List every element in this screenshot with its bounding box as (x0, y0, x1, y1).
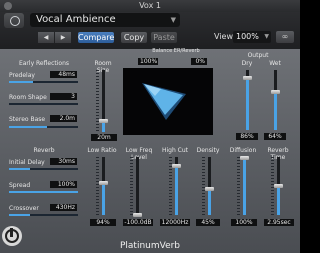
diffusion-handle[interactable] (240, 156, 249, 161)
low-ratio-value[interactable]: 94% (90, 219, 116, 226)
crossover-value[interactable]: 430Hz (50, 204, 77, 211)
spread-label: Spread (9, 182, 31, 189)
low-freq-level-label: Low Freq Level (125, 147, 153, 161)
low-ratio-slider[interactable] (102, 157, 105, 215)
compare-button[interactable]: Compare (78, 32, 114, 43)
density-ticks (202, 157, 205, 215)
power-icon[interactable] (4, 13, 24, 28)
balance-title: Balance ER/Reverb (152, 48, 200, 54)
title-bar: Vox 1 (0, 0, 300, 12)
plugin-header: Vocal Ambience ▼ ◀ ▶ Compare Copy Paste … (0, 12, 300, 49)
predelay-value[interactable]: 48ms (50, 71, 77, 78)
spread-fill (9, 191, 78, 193)
diffusion-ticks (237, 157, 240, 215)
initial-delay-fill (9, 168, 30, 170)
left-triangle-icon: ◀ (43, 34, 49, 41)
density-label: Density (196, 147, 220, 154)
stereo-base-label: Stereo Base (9, 116, 46, 123)
reverb-shape-display (123, 68, 213, 135)
low-ratio-handle[interactable] (99, 181, 108, 186)
low-ratio-label: Low Ratio (87, 147, 117, 154)
high-cut-label: High Cut (161, 147, 189, 154)
dry-label: Dry (241, 60, 253, 67)
initial-delay-slider[interactable] (9, 168, 78, 170)
reverb-time-fill (277, 186, 280, 215)
view-zoom-value: 100% (236, 32, 259, 41)
room-size-value[interactable]: 20m (91, 134, 117, 141)
wet-handle[interactable] (271, 89, 280, 94)
predelay-slider[interactable] (9, 81, 78, 83)
stereo-base-slider[interactable] (9, 126, 78, 128)
high-cut-value[interactable]: 12000Hz (160, 219, 190, 226)
room-shape-label: Room Shape (9, 94, 47, 101)
next-preset-button[interactable]: ▶ (55, 32, 71, 43)
room-shape-slider[interactable] (9, 103, 78, 105)
diffusion-value[interactable]: 100% (231, 219, 257, 226)
diffusion-slider[interactable] (243, 157, 246, 215)
zoom-chevron-icon: ▼ (264, 33, 269, 40)
low-freq-level-handle[interactable] (133, 213, 142, 217)
density-fill (208, 188, 211, 215)
initial-delay-label: Initial Delay (9, 159, 45, 166)
spread-value[interactable]: 100% (50, 181, 77, 188)
wet-label: Wet (269, 60, 281, 67)
spread-slider[interactable] (9, 191, 78, 193)
room-shape-value[interactable]: 3 (50, 93, 77, 100)
high-cut-fill (175, 165, 178, 215)
dry-fill (246, 78, 249, 130)
output-title: Output (247, 52, 269, 59)
high-cut-handle[interactable] (172, 163, 181, 168)
reverb-title: Reverb (33, 147, 55, 154)
preset-name: Vocal Ambience (36, 14, 116, 25)
low-freq-level-slider[interactable] (136, 157, 139, 215)
link-button[interactable]: ∞ (276, 31, 294, 43)
close-button[interactable] (4, 2, 12, 10)
link-icon: ∞ (281, 32, 289, 41)
low-freq-level-ticks (130, 157, 133, 215)
right-triangle-icon: ▶ (60, 34, 66, 41)
preset-menu[interactable]: Vocal Ambience ▼ (30, 13, 180, 27)
low-ratio-fill (102, 183, 105, 215)
crossover-slider[interactable] (9, 214, 78, 216)
plugin-name: PlatinumVerb (119, 241, 181, 251)
wet-value[interactable]: 64% (264, 133, 286, 140)
reverb-time-handle[interactable] (274, 184, 283, 188)
dry-value[interactable]: 86% (236, 133, 258, 140)
wet-slider[interactable] (274, 70, 277, 130)
early-reflections-title: Early Reflections (18, 60, 70, 67)
crossover-label: Crossover (9, 205, 39, 212)
wet-fill (274, 91, 277, 130)
reverb-time-value[interactable]: 2.95sec (264, 219, 294, 226)
window-title: Vox 1 (139, 1, 161, 10)
predelay-label: Predelay (9, 72, 35, 79)
balance-reverb-value[interactable]: 0% (191, 58, 207, 65)
diffusion-label: Diffusion (229, 147, 257, 154)
predelay-fill (9, 81, 34, 83)
diffusion-fill (243, 158, 246, 215)
room-size-handle[interactable] (99, 118, 108, 123)
stereo-base-fill (9, 126, 47, 128)
chevron-down-icon: ▼ (170, 16, 176, 24)
dry-handle[interactable] (243, 76, 252, 81)
view-zoom-select[interactable]: 100% ▼ (233, 31, 271, 43)
low-freq-level-value[interactable]: -100.0dB (123, 219, 153, 226)
stereo-base-value[interactable]: 2.0m (50, 115, 77, 122)
low-ratio-ticks (96, 157, 99, 215)
copy-button[interactable]: Copy (121, 32, 147, 43)
paste-button[interactable]: Paste (151, 32, 177, 43)
initial-delay-value[interactable]: 30ms (50, 158, 77, 165)
previous-preset-button[interactable]: ◀ (38, 32, 54, 43)
balance-er-value[interactable]: 100% (138, 58, 158, 65)
density-handle[interactable] (205, 186, 214, 191)
plugin-window: Vox 1 Vocal Ambience ▼ ◀ ▶ Compare Copy … (0, 0, 300, 253)
crossover-fill (9, 214, 30, 216)
reflection-shape-graphic (142, 83, 186, 120)
density-value[interactable]: 45% (196, 219, 220, 226)
